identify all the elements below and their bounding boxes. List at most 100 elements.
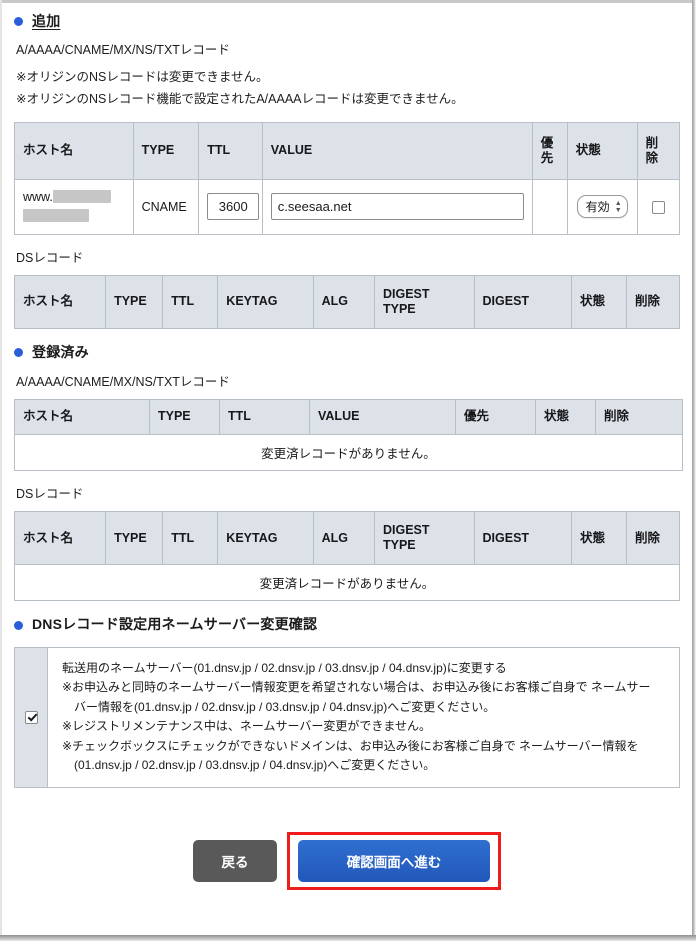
add-note-2: ※オリジンのNSレコード機能で設定されたA/AAAAレコードは変更できません。 bbox=[16, 92, 464, 107]
col-type: TYPE bbox=[105, 275, 164, 330]
col-digest-type-line1: DIGEST bbox=[383, 522, 430, 537]
nameserver-checkbox-cell bbox=[15, 647, 48, 788]
col-status: 状態 bbox=[570, 275, 628, 330]
table-empty-row: 変更済レコードがありません。 bbox=[14, 433, 683, 471]
col-digest-type-line2: TYPE bbox=[383, 302, 416, 317]
col-delete: 削除 bbox=[626, 511, 680, 566]
col-alg: ALG bbox=[312, 511, 376, 566]
table-empty-row: 変更済レコードがありません。 bbox=[14, 564, 680, 602]
add-ds-table: ホスト名 TYPE TTL KEYTAG ALG DIGEST TYPE DIG… bbox=[13, 275, 680, 330]
bullet-icon bbox=[14, 348, 23, 358]
ns-line-1: 転送用のネームサーバー(01.dnsv.jp / 02.dnsv.jp / 03… bbox=[62, 660, 507, 675]
add-note-1: ※オリジンのNSレコードは変更できません。 bbox=[16, 70, 269, 85]
cell-value bbox=[261, 179, 533, 235]
cell-type: CNAME bbox=[132, 179, 200, 235]
col-keytag: KEYTAG bbox=[217, 275, 314, 330]
cell-host: www. bbox=[14, 179, 134, 235]
cell-delete bbox=[636, 179, 681, 235]
nameserver-confirm-panel: 転送用のネームサーバー(01.dnsv.jp / 02.dnsv.jp / 03… bbox=[14, 646, 680, 789]
ns-line-3: バー情報を(01.dnsv.jp / 02.dnsv.jp / 03.dnsv.… bbox=[74, 699, 496, 714]
table-header-row: ホスト名 TYPE TTL VALUE 優 先 状態 削 除 bbox=[14, 122, 681, 181]
col-type: TYPE bbox=[105, 511, 164, 566]
add-ds-label: DSレコード bbox=[16, 250, 84, 265]
col-alg: ALG bbox=[312, 275, 376, 330]
col-status: 状態 bbox=[570, 511, 628, 566]
col-digest-type: DIGEST TYPE bbox=[374, 275, 475, 330]
col-digest-type: DIGEST TYPE bbox=[374, 511, 475, 566]
add-record-type-label: A/AAAA/CNAME/MX/NS/TXTレコード bbox=[16, 43, 230, 58]
value-input[interactable] bbox=[270, 193, 524, 221]
table-header-row: ホスト名 TYPE TTL KEYTAG ALG DIGEST TYPE DIG… bbox=[13, 511, 680, 566]
col-type: TYPE bbox=[132, 122, 200, 181]
col-delete-line1: 削 bbox=[645, 135, 659, 150]
ns-line-6: (01.dnsv.jp / 02.dnsv.jp / 03.dnsv.jp / … bbox=[74, 757, 436, 772]
ns-line-5: ※チェックボックスにチェックができないドメインは、お申込み後にお客様ご自身で ネ… bbox=[62, 738, 639, 753]
section-heading-registered-label: 登録済み bbox=[32, 344, 89, 361]
section-heading-add-label: 追加 bbox=[32, 13, 61, 29]
host-prefix: www. bbox=[23, 190, 53, 205]
col-host: ホスト名 bbox=[14, 122, 134, 181]
back-button[interactable]: 戻る bbox=[193, 840, 277, 883]
submit-highlight-box: 確認画面へ進む bbox=[287, 832, 501, 891]
nameserver-notice-text: 転送用のネームサーバー(01.dnsv.jp / 02.dnsv.jp / 03… bbox=[48, 648, 663, 788]
bullet-icon bbox=[14, 17, 23, 27]
registered-records-table: ホスト名 TYPE TTL VALUE 優先 状態 削除 変更済レコードがありま… bbox=[14, 399, 683, 471]
cell-status: 有効 ▲ ▼ bbox=[566, 179, 638, 235]
table-header-row: ホスト名 TYPE TTL KEYTAG ALG DIGEST TYPE DIG… bbox=[13, 275, 680, 330]
status-select[interactable]: 有効 ▲ ▼ bbox=[576, 195, 628, 219]
col-delete: 削 除 bbox=[636, 122, 681, 181]
col-priority-line1: 優 bbox=[540, 135, 554, 150]
section-heading-registered: 登録済み bbox=[14, 344, 680, 361]
nameserver-agree-checkbox[interactable] bbox=[24, 711, 38, 725]
col-delete-line2: 除 bbox=[645, 151, 659, 166]
col-digest: DIGEST bbox=[473, 275, 572, 330]
registered-ds-table: ホスト名 TYPE TTL KEYTAG ALG DIGEST TYPE DIG… bbox=[13, 511, 680, 602]
empty-message: 変更済レコードがありません。 bbox=[14, 433, 683, 471]
col-priority-line2: 先 bbox=[540, 151, 554, 166]
page-root: 追加 A/AAAA/CNAME/MX/NS/TXTレコード ※オリジンのNSレコ… bbox=[0, 0, 696, 941]
footer-button-row: 戻る 確認画面へ進む bbox=[14, 832, 680, 912]
add-records-table: ホスト名 TYPE TTL VALUE 優 先 状態 削 除 www. CNAM… bbox=[14, 122, 681, 235]
bullet-icon bbox=[14, 620, 23, 630]
ns-line-4: ※レジストリメンテナンス中は、ネームサーバー変更ができません。 bbox=[62, 719, 431, 734]
submit-button[interactable]: 確認画面へ進む bbox=[298, 840, 490, 883]
ns-line-2: ※お申込みと同時のネームサーバー情報変更を希望されない場合は、お申込み後にお客様… bbox=[62, 680, 651, 695]
chevron-updown-icon: ▲ ▼ bbox=[614, 199, 622, 214]
page-frame-bottom bbox=[0, 935, 696, 941]
col-digest-type-line1: DIGEST bbox=[383, 286, 430, 301]
col-host: ホスト名 bbox=[13, 275, 107, 330]
col-delete: 削除 bbox=[595, 399, 683, 435]
section-heading-add: 追加 bbox=[14, 13, 680, 29]
col-status: 状態 bbox=[535, 399, 596, 435]
col-ttl: TTL bbox=[219, 399, 310, 435]
cell-priority bbox=[531, 179, 568, 235]
col-status: 状態 bbox=[566, 122, 638, 181]
status-select-value: 有効 bbox=[585, 200, 610, 215]
col-host: ホスト名 bbox=[13, 511, 107, 566]
col-ttl: TTL bbox=[162, 511, 219, 566]
col-ttl: TTL bbox=[198, 122, 263, 181]
col-value: VALUE bbox=[261, 122, 533, 181]
col-priority: 優先 bbox=[455, 399, 536, 435]
page-content: 追加 A/AAAA/CNAME/MX/NS/TXTレコード ※オリジンのNSレコ… bbox=[0, 0, 696, 912]
registered-ds-label: DSレコード bbox=[16, 486, 84, 501]
empty-message: 変更済レコードがありません。 bbox=[14, 564, 680, 602]
delete-checkbox[interactable] bbox=[651, 200, 665, 214]
redaction-block bbox=[23, 209, 89, 223]
registered-record-type-label: A/AAAA/CNAME/MX/NS/TXTレコード bbox=[16, 374, 230, 389]
section-heading-nameserver-label: DNSレコード設定用ネームサーバー変更確認 bbox=[32, 616, 318, 633]
col-value: VALUE bbox=[309, 399, 456, 435]
col-host: ホスト名 bbox=[14, 399, 150, 435]
table-row: www. CNAME 有効 ▲▼ bbox=[14, 179, 681, 235]
table-header-row: ホスト名 TYPE TTL VALUE 優先 状態 削除 bbox=[14, 399, 683, 435]
ttl-input[interactable] bbox=[207, 193, 260, 221]
redaction-block bbox=[52, 190, 111, 204]
col-type: TYPE bbox=[149, 399, 220, 435]
col-keytag: KEYTAG bbox=[217, 511, 314, 566]
col-digest-type-line2: TYPE bbox=[383, 538, 416, 553]
col-delete: 削除 bbox=[626, 275, 680, 330]
cell-ttl bbox=[198, 179, 263, 235]
col-digest: DIGEST bbox=[473, 511, 572, 566]
col-ttl: TTL bbox=[162, 275, 219, 330]
